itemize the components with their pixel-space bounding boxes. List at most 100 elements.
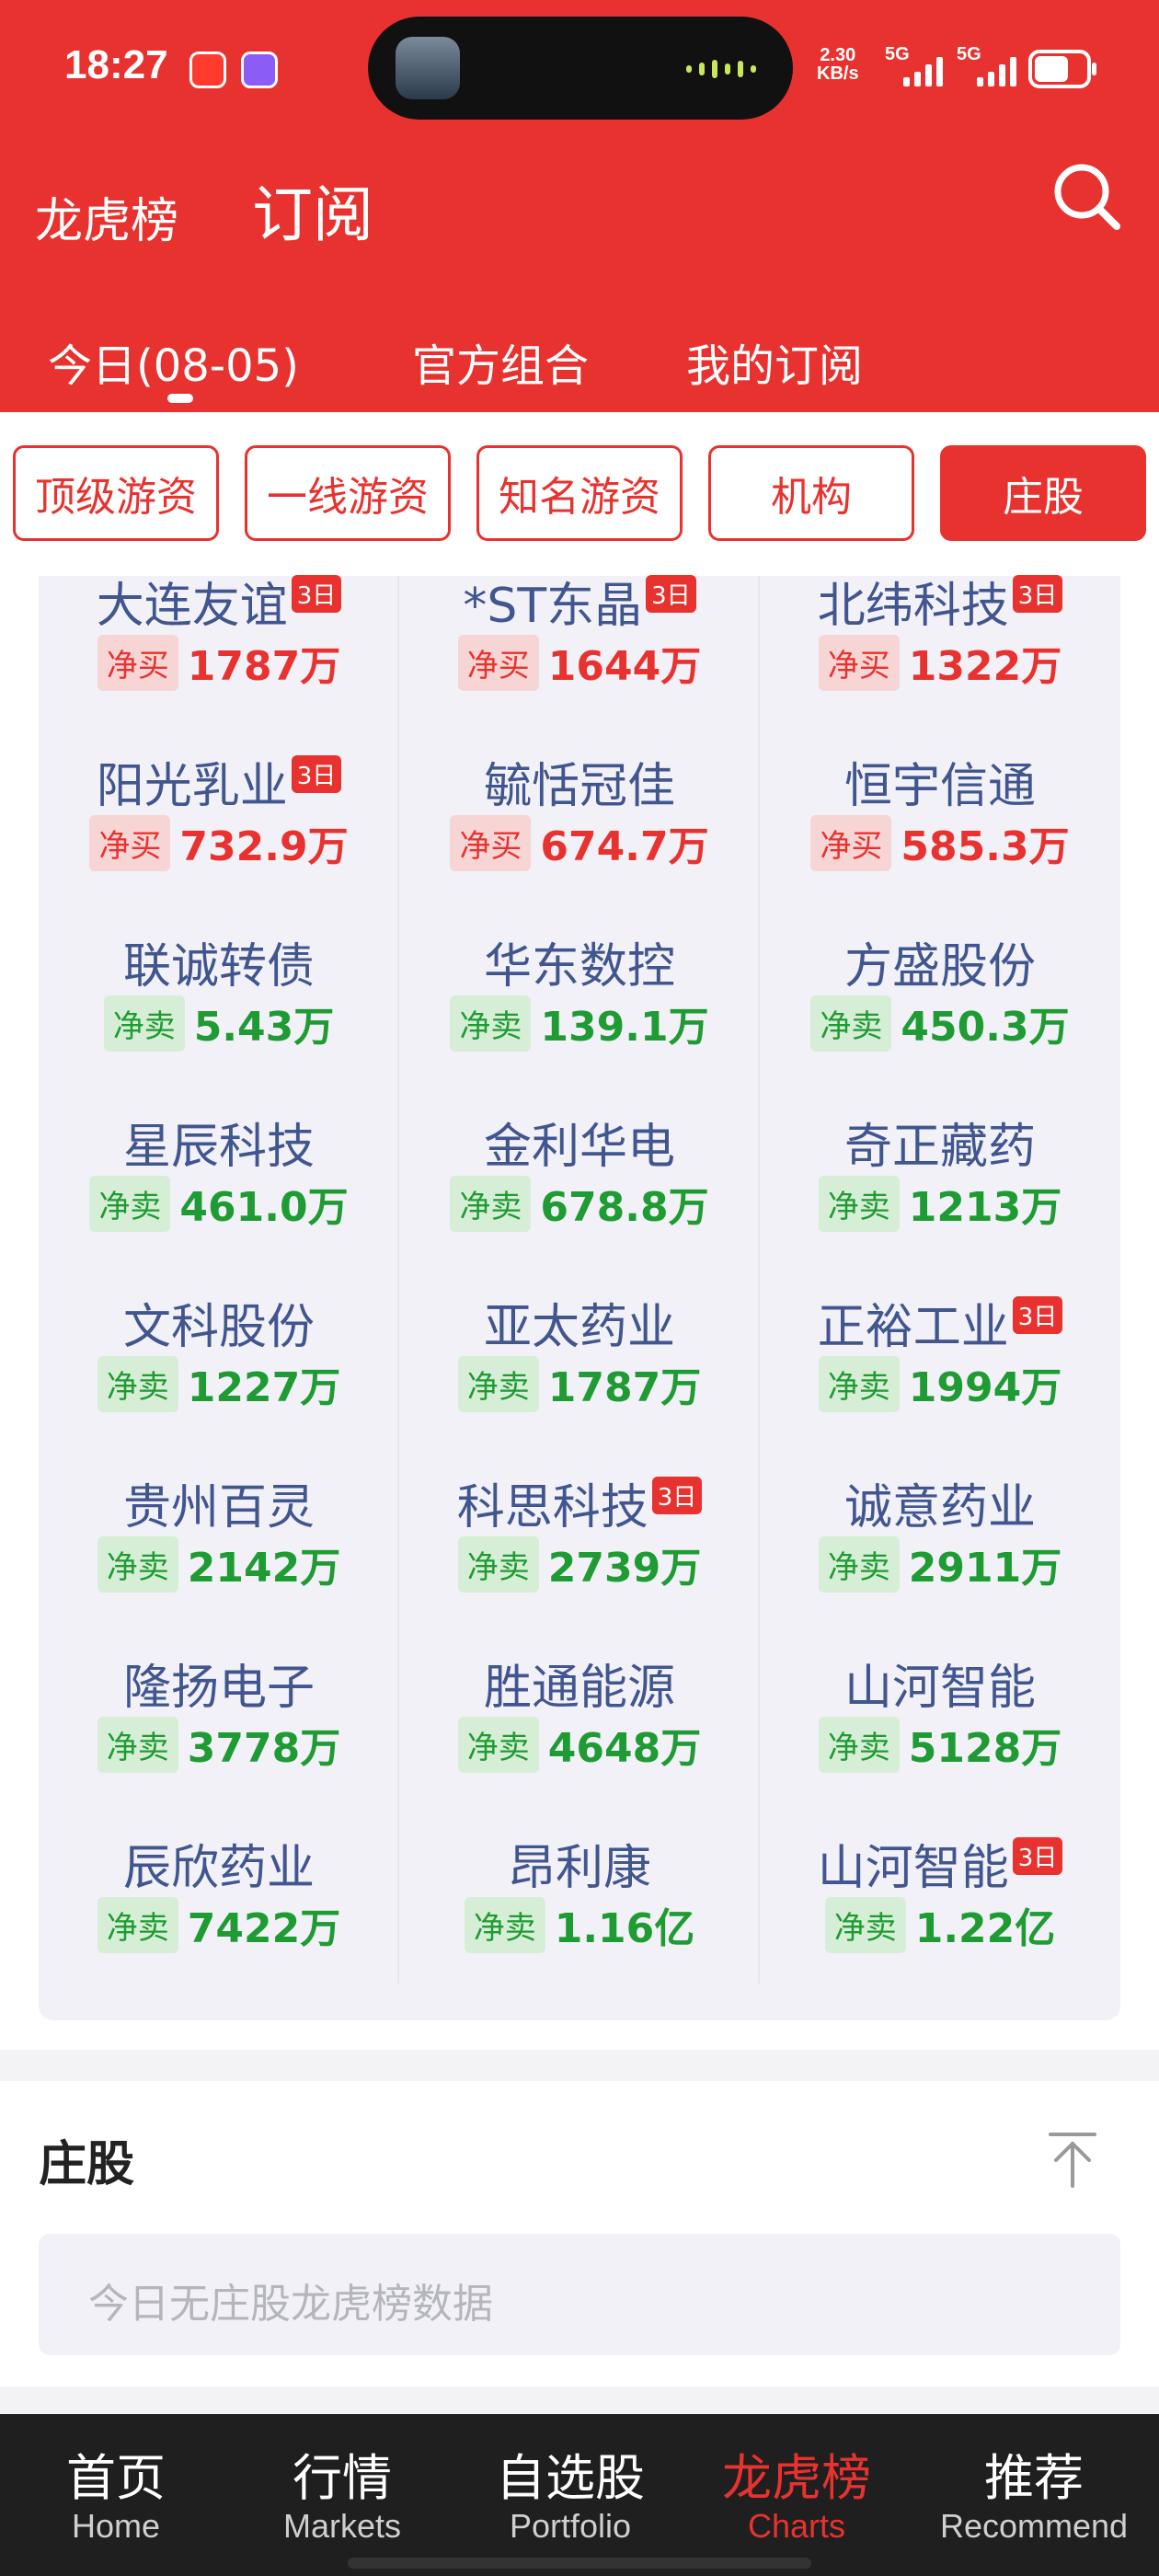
net-flow-amount: 678.8万 <box>540 1184 709 1231</box>
nav-markets-sublabel: Markets <box>282 2507 402 2545</box>
network-speed-value: 2.30 <box>820 45 856 65</box>
stock-cell[interactable]: 昂利康 净卖 1.16亿 <box>399 1829 760 2009</box>
net-flow-type-badge: 净卖 <box>457 1536 539 1593</box>
filter-institutions[interactable]: 机构 <box>708 445 914 541</box>
stock-name-text: 隆扬电子 <box>122 1661 315 1716</box>
section-title-text: 庄股 <box>39 2137 135 2192</box>
stock-name-text: 正裕工业 <box>817 1300 1009 1355</box>
three-day-badge: 3日 <box>1012 1837 1063 1875</box>
net-flow: 净卖 1787万 <box>399 1354 760 1413</box>
filter-famous-traders[interactable]: 知名游资 <box>476 445 683 541</box>
net-flow-amount: 1994万 <box>908 1364 1062 1411</box>
stock-name-text: 奇正藏药 <box>843 1120 1036 1175</box>
stock-cell[interactable]: *ST东晶 3日净买 1644万 <box>399 567 760 747</box>
stock-name-text: 文科股份 <box>122 1300 315 1355</box>
status-time: 18:27 <box>64 42 168 87</box>
audio-wave-icon <box>686 60 760 78</box>
filter-zhuanggu[interactable]: 庄股 <box>940 445 1146 541</box>
filter-first-tier-traders[interactable]: 一线游资 <box>245 445 451 541</box>
net-flow: 净卖 1.16亿 <box>399 1895 760 1954</box>
net-flow-type-badge: 净卖 <box>818 1356 900 1412</box>
net-flow-type-badge: 净卖 <box>810 995 892 1052</box>
stock-cell[interactable]: 阳光乳业 3日 净买 732.9万 <box>39 747 399 927</box>
stock-cell[interactable]: 科思科技 3日 净卖 2739万 <box>399 1468 760 1649</box>
stock-name-text: *ST东晶 <box>463 579 643 634</box>
stock-cell[interactable]: 金利华电 净卖 678.8万 <box>399 1108 760 1288</box>
stock-grid: 大连友谊 3日 净买 1787万 *ST东晶 3日 净买 1644万 北纬科技 3日 净买 1322万… <box>39 575 1120 2020</box>
nav-recommend[interactable]: 推荐 Recommend <box>918 2451 1150 2547</box>
stock-cell[interactable]: 北纬科技 3日 净买 1322万 <box>760 567 1120 747</box>
tab-my-subscriptions[interactable]: 我的订阅 <box>686 329 863 394</box>
stock-cell[interactable]: 胜通能源 净卖 4648万 <box>399 1649 760 1829</box>
nav-charts-label: 龙虎榜 <box>722 2449 871 2507</box>
stock-cell[interactable]: 奇正藏药 净卖 1213万 <box>760 1108 1120 1288</box>
stock-name-text: 大连友谊 <box>96 579 288 634</box>
stock-cell[interactable]: 星辰科技 净卖 461.0万 <box>39 1108 399 1288</box>
net-flow-type-badge: 净卖 <box>457 1717 539 1773</box>
net-flow-type-badge: 净卖 <box>450 1176 532 1232</box>
dynamic-island[interactable] <box>368 17 793 120</box>
net-flow-type-badge: 净卖 <box>97 1717 178 1773</box>
nav-portfolio-label: 自选股 <box>496 2449 645 2507</box>
three-day-badge: 3日 <box>1012 575 1063 613</box>
stock-cell[interactable]: 亚太药业 净卖 1787万 <box>399 1288 760 1468</box>
net-flow-type-badge: 净买 <box>810 815 892 871</box>
back-to-top-icon[interactable] <box>1047 2131 1098 2188</box>
stock-cell[interactable]: 恒宇信通 净买 585.3万 <box>760 747 1120 927</box>
stock-cell[interactable]: 山河智能 净卖 5128万 <box>760 1649 1120 1829</box>
net-flow: 净卖 1994万 <box>760 1354 1120 1413</box>
media-thumbnail <box>396 37 460 99</box>
stock-cell[interactable]: 毓恬冠佳 净买 674.7万 <box>399 747 760 927</box>
net-flow-amount: 5128万 <box>908 1725 1062 1772</box>
net-flow-amount: 2739万 <box>547 1545 702 1592</box>
filter-chips: 顶级游资 一线游资 知名游资 机构 庄股 <box>0 412 1159 576</box>
net-flow-type-badge: 净买 <box>97 635 178 691</box>
stock-cell[interactable]: 辰欣药业 净卖 7422万 <box>39 1829 399 2009</box>
stock-cell[interactable]: 华东数控 净卖 139.1万 <box>399 927 760 1108</box>
tab-official-portfolio[interactable]: 官方组合 <box>412 329 589 394</box>
stock-cell[interactable]: 文科股份 净卖 1227万 <box>39 1288 399 1468</box>
stock-cell[interactable]: 正裕工业 3日净卖 1994万 <box>760 1288 1120 1468</box>
search-icon[interactable] <box>1049 158 1122 232</box>
net-flow-type-badge: 净卖 <box>824 1897 906 1953</box>
stock-name-text: 亚太药业 <box>483 1300 675 1355</box>
stock-name: 华东数控 <box>399 927 760 996</box>
net-flow-type-badge: 净卖 <box>89 1176 171 1232</box>
net-flow-type-badge: 净卖 <box>97 1536 178 1593</box>
net-flow-amount: 4648万 <box>547 1725 702 1772</box>
stock-cell[interactable]: 诚意药业 净卖 2911万 <box>760 1468 1120 1649</box>
stock-cell[interactable]: 贵州百灵 净卖 2142万 <box>39 1468 399 1649</box>
nav-portfolio[interactable]: 自选股 Portfolio <box>454 2451 686 2547</box>
net-flow-amount: 1227万 <box>187 1364 341 1411</box>
net-flow-type-badge: 净卖 <box>450 995 532 1052</box>
signal-bars-1-icon <box>903 55 943 86</box>
nav-home-label: 首页 <box>66 2449 166 2507</box>
net-flow: 净卖 678.8万 <box>399 1174 760 1233</box>
stock-name-text: 诚意药业 <box>843 1480 1036 1535</box>
signal-bars-2-icon <box>977 55 1016 86</box>
net-flow: 净买 1644万 <box>399 633 760 692</box>
nav-home[interactable]: 首页 Home <box>0 2451 232 2547</box>
net-flow: 净卖 2911万 <box>760 1535 1120 1593</box>
tab-today[interactable]: 今日(08-05) <box>48 329 299 394</box>
stock-cell[interactable]: 山河智能 3日 净卖 1.22亿 <box>760 1829 1120 2009</box>
nav-markets[interactable]: 行情 Markets <box>226 2451 458 2547</box>
three-day-badge: 3日 <box>1012 1296 1063 1334</box>
stock-cell[interactable]: 联诚转债 净卖 5.43万 <box>39 927 399 1108</box>
stock-cell[interactable]: 大连友谊 3日 净买 1787万 <box>39 567 399 747</box>
filter-top-traders[interactable]: 顶级游资 <box>13 445 219 541</box>
stock-cell[interactable]: 方盛股份 净卖 450.3万 <box>760 927 1120 1108</box>
net-flow: 净卖 7422万 <box>39 1895 399 1954</box>
three-day-badge: 3日 <box>646 575 696 613</box>
stock-cell[interactable]: 隆扬电子 净卖 3778万 <box>39 1649 399 1829</box>
net-flow-amount: 1787万 <box>187 643 341 690</box>
stock-name-text: 辰欣药业 <box>122 1841 315 1896</box>
net-flow: 净卖 139.1万 <box>399 994 760 1052</box>
net-flow-amount: 3778万 <box>187 1725 341 1772</box>
net-flow-amount: 1644万 <box>547 643 702 690</box>
stock-name: 胜通能源 <box>399 1649 760 1718</box>
nav-charts[interactable]: 龙虎榜 Charts <box>681 2451 912 2547</box>
net-flow-amount: 139.1万 <box>540 1004 709 1051</box>
net-flow-type-badge: 净买 <box>818 635 900 691</box>
net-flow: 净买 1322万 <box>760 633 1120 692</box>
